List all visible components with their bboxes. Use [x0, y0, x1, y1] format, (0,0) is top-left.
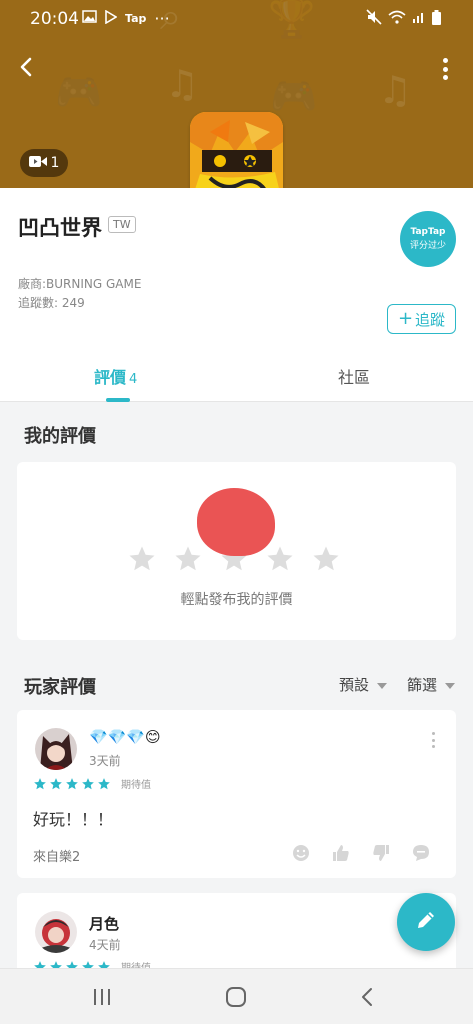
- app-title: 凹凸世界: [18, 216, 102, 240]
- my-review-title: 我的評價: [24, 426, 96, 447]
- tap-to-review-hint: 輕點發布我的評價: [180, 592, 293, 608]
- my-review-card[interactable]: 輕點發布我的評價: [17, 462, 456, 640]
- follow-button[interactable]: + 追蹤: [387, 304, 456, 334]
- more-notifications: ···: [154, 9, 170, 28]
- app-info-section: 凹凸世界 TW TapTap 评分过少 廠商:BURNING GAME 追蹤數:…: [0, 188, 473, 402]
- region-tag: TW: [108, 216, 136, 233]
- system-back-button[interactable]: [356, 985, 380, 1009]
- gamepad-deco-icon: 🎮: [55, 70, 103, 114]
- write-review-button[interactable]: [397, 893, 455, 951]
- caret-down-icon: [445, 682, 456, 689]
- star-icon: [82, 777, 94, 789]
- star-icon: [50, 777, 62, 789]
- review-more-button[interactable]: [432, 732, 436, 748]
- star-icon[interactable]: [173, 544, 203, 574]
- tab-reviews-label: 評價: [94, 368, 127, 387]
- star-icon: [34, 777, 46, 789]
- review-device-source: 來自樂2: [33, 850, 81, 865]
- filter-dropdown[interactable]: 篩選: [407, 674, 456, 695]
- review-time: 3天前: [89, 754, 121, 768]
- home-button[interactable]: [224, 985, 248, 1009]
- red-annotation-blob: [197, 488, 275, 556]
- star-icon: [66, 777, 78, 789]
- follow-label: 追蹤: [415, 310, 446, 329]
- review-text[interactable]: 好玩！！！: [33, 806, 113, 830]
- tab-community[interactable]: 社區: [338, 364, 370, 388]
- caret-down-icon: [377, 682, 388, 689]
- player-reviews-title: 玩家評價: [24, 677, 96, 698]
- pencil-icon: [414, 908, 438, 936]
- star-icon[interactable]: [265, 544, 295, 574]
- gallery-icon: [82, 10, 97, 27]
- tab-reviews-count: 4: [129, 372, 138, 387]
- comment-icon[interactable]: [412, 844, 430, 862]
- recent-apps-button[interactable]: [90, 985, 114, 1009]
- video-count: 1: [50, 155, 60, 171]
- plus-icon: +: [397, 308, 414, 329]
- avatar[interactable]: [35, 728, 77, 770]
- star-icon[interactable]: [127, 544, 157, 574]
- wifi-icon: [388, 10, 406, 28]
- smile-icon[interactable]: [292, 844, 310, 862]
- filter-label: 篩選: [407, 676, 438, 694]
- gamepad-deco-icon: 🎮: [270, 74, 318, 118]
- score-badge: TapTap 评分过少: [400, 211, 456, 267]
- score-badge-text: 评分过少: [409, 241, 446, 251]
- sort-label: 預設: [339, 676, 370, 694]
- back-button[interactable]: [14, 54, 40, 80]
- review-rating: 期待值: [33, 776, 151, 791]
- signal-icon: [412, 10, 426, 28]
- mute-icon: [366, 9, 382, 29]
- video-camera-icon: [28, 155, 47, 172]
- active-tab-indicator: [106, 398, 130, 402]
- avatar[interactable]: [35, 911, 77, 953]
- vendor-text: 廠商:BURNING GAME: [18, 277, 142, 291]
- review-username[interactable]: 💎💎💎😊: [89, 728, 161, 746]
- thumbs-down-icon[interactable]: [372, 844, 390, 862]
- thumbs-up-icon[interactable]: [332, 844, 350, 862]
- followers-count: 追蹤數: 249: [18, 296, 85, 310]
- battery-icon: [432, 9, 441, 29]
- tab-reviews[interactable]: 評價 4: [94, 364, 137, 388]
- tap-icon: Tap: [125, 12, 147, 25]
- review-username[interactable]: 月色: [89, 913, 119, 934]
- review-card[interactable]: 💎💎💎😊 3天前 期待值 好玩！！！ 來自樂2: [17, 710, 456, 878]
- video-count-badge[interactable]: 1: [20, 149, 68, 177]
- review-time: 4天前: [89, 938, 121, 952]
- review-actions: [292, 844, 430, 862]
- system-nav-bar: [0, 968, 473, 1024]
- play-store-icon: [105, 9, 118, 28]
- score-badge-brand: TapTap: [410, 227, 446, 237]
- music-deco-icon: ♫: [165, 62, 200, 106]
- tab-community-label: 社區: [338, 368, 371, 387]
- rating-type-label: 期待值: [121, 780, 151, 791]
- more-options-button[interactable]: [441, 58, 449, 80]
- star-icon: [98, 777, 110, 789]
- star-icon[interactable]: [311, 544, 341, 574]
- sort-dropdown[interactable]: 預設: [339, 674, 388, 695]
- status-bar: 20:04 Tap ···: [0, 0, 473, 38]
- status-time: 20:04: [30, 9, 79, 29]
- music-deco-icon: ♫: [378, 68, 413, 112]
- tab-bar: 評價 4 社區: [0, 348, 473, 402]
